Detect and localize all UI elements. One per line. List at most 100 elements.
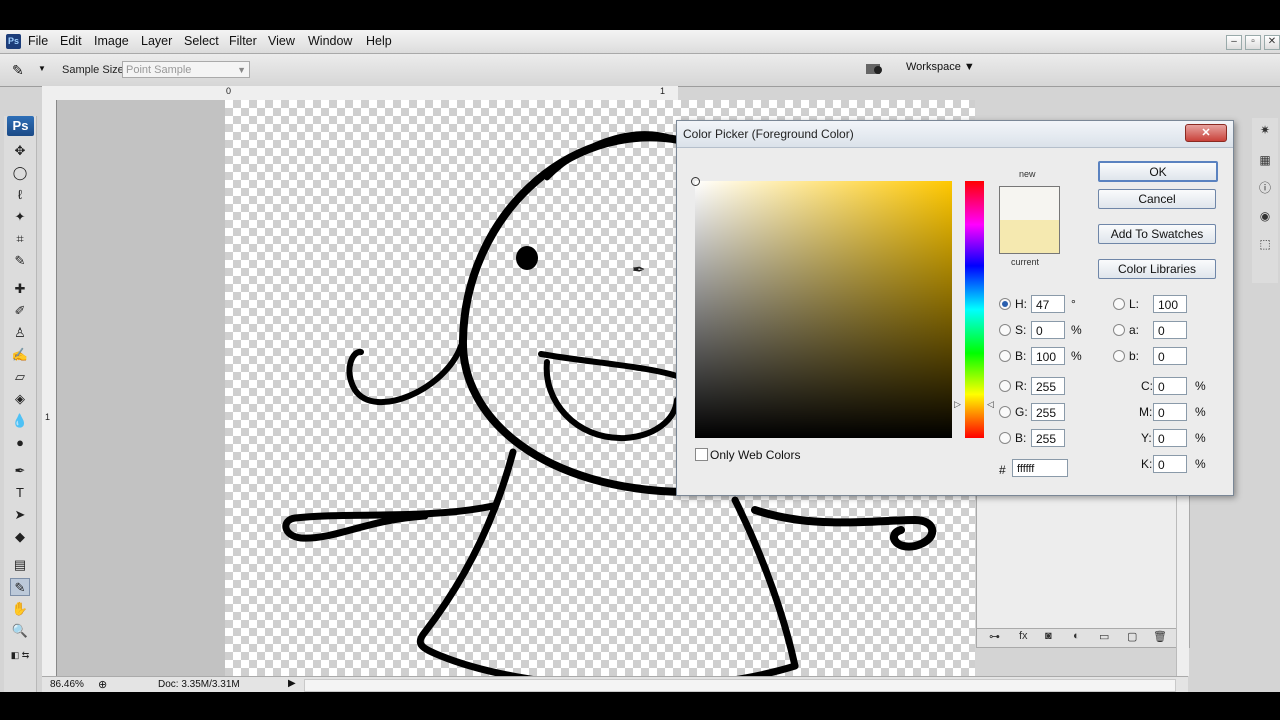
status-arrow-icon[interactable]: ▶ xyxy=(288,678,296,689)
brushes-panel-icon[interactable]: ◉ xyxy=(1256,208,1274,224)
adjustment-icon[interactable]: ◐ xyxy=(1073,630,1080,642)
new-color-label: new xyxy=(1019,169,1036,179)
blur-tool-icon[interactable]: 💧 xyxy=(10,412,30,430)
ps-logo: Ps xyxy=(7,116,34,136)
lab-a-input[interactable]: 0 xyxy=(1153,321,1187,339)
clone-stamp-tool-icon[interactable]: ♙ xyxy=(10,324,30,342)
hue-slider-left-arrow-icon[interactable]: ▷ xyxy=(954,399,961,410)
lab-a-radio[interactable] xyxy=(1113,324,1125,336)
pen-tool-icon[interactable]: ✒ xyxy=(10,462,30,480)
restore-button[interactable]: ▫ xyxy=(1245,35,1261,50)
healing-brush-tool-icon[interactable]: ✚ xyxy=(10,280,30,298)
layers-panel: ⊶ fx ◙ ◐ ▭ ▢ 🗑 xyxy=(976,470,1190,648)
horizontal-scrollbar[interactable] xyxy=(304,679,1176,692)
add-to-swatches-button[interactable]: Add To Swatches xyxy=(1098,224,1216,244)
red-radio[interactable] xyxy=(999,380,1011,392)
blue-radio[interactable] xyxy=(999,432,1011,444)
only-web-colors-checkbox[interactable] xyxy=(695,448,708,461)
lab-l-radio[interactable] xyxy=(1113,298,1125,310)
lab-l-input[interactable]: 100 xyxy=(1153,295,1187,313)
status-menu-icon[interactable]: ⊕ xyxy=(98,678,107,691)
menu-window[interactable]: Window xyxy=(308,34,352,48)
hue-slider[interactable] xyxy=(965,181,984,438)
black-input[interactable]: 0 xyxy=(1153,455,1187,473)
zoom-tool-icon[interactable]: 🔍 xyxy=(10,622,30,640)
saturation-radio[interactable] xyxy=(999,324,1011,336)
menu-edit[interactable]: Edit xyxy=(60,34,82,48)
blue-input[interactable]: 255 xyxy=(1031,429,1065,447)
crop-tool-icon[interactable]: ⌗ xyxy=(10,230,30,248)
eraser-tool-icon[interactable]: ▱ xyxy=(10,368,30,386)
vertical-scrollbar[interactable] xyxy=(1176,470,1189,676)
dodge-tool-icon[interactable]: ● xyxy=(10,434,30,452)
current-color-swatch[interactable] xyxy=(1000,220,1059,253)
link-icon[interactable]: ⊶ xyxy=(989,630,1000,643)
notes-tool-icon[interactable]: ▤ xyxy=(10,556,30,574)
red-input[interactable]: 255 xyxy=(1031,377,1065,395)
lasso-tool-icon[interactable]: ℓ xyxy=(10,186,30,204)
eyedropper-preset-icon[interactable]: ✎ xyxy=(12,62,24,79)
menu-layer[interactable]: Layer xyxy=(141,34,172,48)
shape-tool-icon[interactable]: ◆ xyxy=(10,528,30,546)
lab-b-input[interactable]: 0 xyxy=(1153,347,1187,365)
workspace-menu[interactable]: Workspace ▼ xyxy=(906,61,975,73)
default-colors-icon[interactable]: ◧ ⇆ xyxy=(10,646,30,664)
history-brush-tool-icon[interactable]: ✍ xyxy=(10,346,30,364)
cyan-label: C: xyxy=(1141,379,1153,393)
menu-view[interactable]: View xyxy=(268,34,295,48)
hue-slider-right-arrow-icon[interactable]: ◁ xyxy=(987,399,994,410)
saturation-input[interactable]: 0 xyxy=(1031,321,1065,339)
hand-tool-icon[interactable]: ✋ xyxy=(10,600,30,618)
eyedropper-cursor-icon: ✒ xyxy=(632,262,646,279)
sample-size-label: Sample Size: xyxy=(62,64,127,76)
chevron-down-icon[interactable]: ▼ xyxy=(38,64,46,73)
mask-icon[interactable]: ◙ xyxy=(1045,630,1052,642)
hue-input[interactable]: 47 xyxy=(1031,295,1065,313)
menu-help[interactable]: Help xyxy=(366,34,392,48)
color-field-marker[interactable] xyxy=(691,177,700,186)
color-libraries-button[interactable]: Color Libraries xyxy=(1098,259,1216,279)
tool-presets-panel-icon[interactable]: ⬚ xyxy=(1256,236,1274,252)
dialog-titlebar[interactable]: Color Picker (Foreground Color) ✕ xyxy=(677,121,1233,148)
sample-size-select[interactable]: Point Sample ▼ xyxy=(122,61,250,78)
green-input[interactable]: 255 xyxy=(1031,403,1065,421)
yellow-input[interactable]: 0 xyxy=(1153,429,1187,447)
menu-file[interactable]: File xyxy=(28,34,48,48)
cancel-button[interactable]: Cancel xyxy=(1098,189,1216,209)
close-window-button[interactable]: ✕ xyxy=(1264,35,1280,50)
green-radio[interactable] xyxy=(999,406,1011,418)
dialog-close-button[interactable]: ✕ xyxy=(1185,124,1227,142)
ok-button[interactable]: OK xyxy=(1098,161,1218,182)
marquee-tool-icon[interactable]: ◯ xyxy=(10,164,30,182)
menu-image[interactable]: Image xyxy=(94,34,129,48)
zoom-level[interactable]: 86.46% xyxy=(50,679,84,690)
type-tool-icon[interactable]: T xyxy=(10,484,30,502)
brightness-radio[interactable] xyxy=(999,350,1011,362)
saturation-brightness-field[interactable] xyxy=(691,177,952,438)
move-tool-icon[interactable]: ✥ xyxy=(10,142,30,160)
minimize-button[interactable]: – xyxy=(1226,35,1242,50)
histogram-panel-icon[interactable]: ▦ xyxy=(1256,152,1274,168)
trash-icon[interactable]: 🗑 xyxy=(1153,630,1167,643)
navigator-panel-icon[interactable]: ✷ xyxy=(1256,122,1274,138)
bridge-icon[interactable] xyxy=(864,60,886,78)
new-layer-icon[interactable]: ▢ xyxy=(1127,630,1137,643)
folder-icon[interactable]: ▭ xyxy=(1099,630,1109,643)
brush-tool-icon[interactable]: ✐ xyxy=(10,302,30,320)
lab-b-radio[interactable] xyxy=(1113,350,1125,362)
info-panel-icon[interactable]: ⓘ xyxy=(1256,180,1274,196)
menu-filter[interactable]: Filter xyxy=(229,34,257,48)
path-select-tool-icon[interactable]: ➤ xyxy=(10,506,30,524)
fx-icon[interactable]: fx xyxy=(1019,630,1028,642)
hex-input[interactable]: ffffff xyxy=(1012,459,1068,477)
eyedropper-active-tool-icon[interactable]: ✎ xyxy=(10,578,30,596)
magenta-input[interactable]: 0 xyxy=(1153,403,1187,421)
hue-radio[interactable] xyxy=(999,298,1011,310)
menu-select[interactable]: Select xyxy=(184,34,219,48)
pasteboard xyxy=(57,100,225,678)
cyan-input[interactable]: 0 xyxy=(1153,377,1187,395)
paint-bucket-tool-icon[interactable]: ◈ xyxy=(10,390,30,408)
eyedropper-tool-icon[interactable]: ✎ xyxy=(10,252,30,270)
magic-wand-tool-icon[interactable]: ✦ xyxy=(10,208,30,226)
brightness-input[interactable]: 100 xyxy=(1031,347,1065,365)
